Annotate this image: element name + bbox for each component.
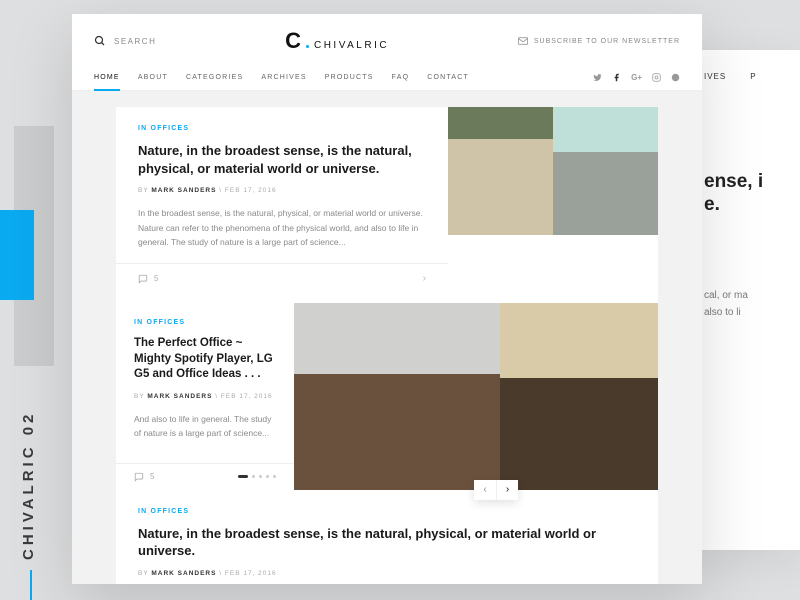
logo[interactable]: C CHIVALRIC <box>285 28 389 54</box>
article-gallery: ‹ › <box>294 303 658 489</box>
article-card: IN OFFICES Nature, in the broadest sense… <box>116 490 658 584</box>
nav-categories[interactable]: CATEGORIES <box>186 64 243 90</box>
nav-products[interactable]: PRODUCTS <box>325 64 374 90</box>
page-label-line <box>30 570 32 600</box>
search-button[interactable]: Search <box>94 35 156 47</box>
bg-nav-item: IVES <box>704 72 726 81</box>
nav-faq[interactable]: FAQ <box>392 64 410 90</box>
article-excerpt: In the broadest sense, is the natural, p… <box>138 206 426 249</box>
gallery-controls: ‹ › <box>474 480 518 500</box>
pagination-dots[interactable] <box>238 475 276 478</box>
article-byline: BY MARK SANDERS \ FEB 17, 2016 <box>134 393 276 400</box>
comments-count[interactable]: 5 <box>138 274 158 284</box>
article-category[interactable]: IN OFFICES <box>138 508 636 515</box>
article-title[interactable]: Nature, in the broadest sense, is the na… <box>138 525 636 560</box>
header: Search C CHIVALRIC SUBSCRIBE TO OUR NEWS… <box>72 14 702 64</box>
logo-mark: C <box>285 28 301 54</box>
page-label: CHIVALRIC 02 <box>20 411 37 560</box>
article-image[interactable] <box>448 107 553 235</box>
article-category[interactable]: IN OFFICES <box>134 319 276 326</box>
newsletter-link[interactable]: SUBSCRIBE TO OUR NEWSLETTER <box>518 37 680 45</box>
article-author[interactable]: MARK SANDERS <box>147 393 212 400</box>
chevron-right-icon[interactable]: › <box>423 273 426 284</box>
gallery-image[interactable] <box>500 303 658 489</box>
article-card: IN OFFICES The Perfect Office ~ Mighty S… <box>116 303 658 489</box>
article-title[interactable]: Nature, in the broadest sense, is the na… <box>138 142 426 177</box>
gallery-prev-button[interactable]: ‹ <box>474 480 496 500</box>
article-byline: BY MARK SANDERS \ FEB 17, 2016 <box>138 187 426 194</box>
content-area: IN OFFICES Nature, in the broadest sense… <box>72 91 702 584</box>
nav-about[interactable]: ABOUT <box>138 64 168 90</box>
article-author[interactable]: MARK SANDERS <box>151 187 216 194</box>
article-excerpt: And also to life in general. The study o… <box>134 412 276 441</box>
logo-dot <box>306 45 309 48</box>
bg-title-fragment: ense, i e. <box>704 171 786 217</box>
article-card: IN OFFICES Nature, in the broadest sense… <box>116 107 658 303</box>
search-label: Search <box>114 37 156 46</box>
article-category[interactable]: IN OFFICES <box>138 125 426 132</box>
facebook-icon[interactable] <box>612 73 621 82</box>
background-preview-card: IVES P ense, i e. cal, or ma also to li <box>690 50 800 550</box>
twitter-icon[interactable] <box>593 73 602 82</box>
nav-bar: HOME ABOUT CATEGORIES ARCHIVES PRODUCTS … <box>72 64 702 91</box>
main-window: Search C CHIVALRIC SUBSCRIBE TO OUR NEWS… <box>72 14 702 584</box>
bg-accent-block <box>0 210 34 300</box>
nav-contact[interactable]: CONTACT <box>427 64 469 90</box>
nav-home[interactable]: HOME <box>94 64 120 90</box>
nav-archives[interactable]: ARCHIVES <box>261 64 306 90</box>
article-author[interactable]: MARK SANDERS <box>151 570 216 577</box>
article-byline: BY MARK SANDERS \ FEB 17, 2016 <box>138 570 636 577</box>
article-date: FEB 17, 2016 <box>221 393 273 400</box>
logo-text: CHIVALRIC <box>314 40 389 51</box>
gallery-next-button[interactable]: › <box>496 480 518 500</box>
article-title[interactable]: The Perfect Office ~ Mighty Spotify Play… <box>134 336 276 383</box>
bg-nav-item: P <box>750 72 756 81</box>
googleplus-icon[interactable]: G+ <box>631 73 642 82</box>
social-icons: G+ <box>593 73 680 82</box>
article-date: FEB 17, 2016 <box>225 187 277 194</box>
gallery-image[interactable] <box>294 303 500 489</box>
pinterest-icon[interactable] <box>671 73 680 82</box>
article-images <box>448 107 658 303</box>
comments-count[interactable]: 5 <box>134 472 154 482</box>
article-date: FEB 17, 2016 <box>225 570 277 577</box>
bg-body-fragment: cal, or ma also to li <box>704 287 786 321</box>
article-image[interactable] <box>553 107 658 235</box>
newsletter-text: SUBSCRIBE TO OUR NEWSLETTER <box>534 38 680 45</box>
search-icon <box>94 35 106 47</box>
mail-icon <box>518 37 528 45</box>
nav-links: HOME ABOUT CATEGORIES ARCHIVES PRODUCTS … <box>94 64 469 90</box>
instagram-icon[interactable] <box>652 73 661 82</box>
